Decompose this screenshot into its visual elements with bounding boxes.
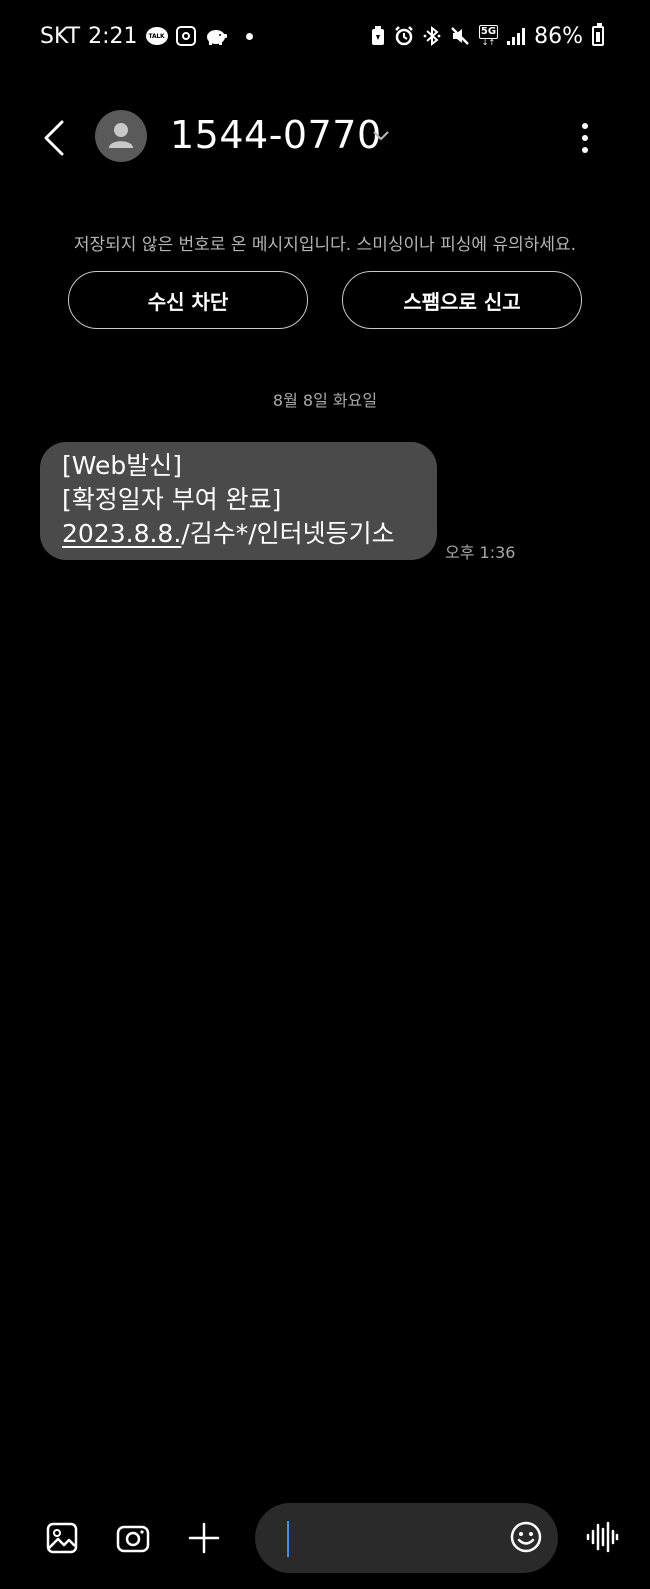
message-bubble[interactable]: [Web발신] [확정일자 부여 완료] 2023.8.8./김수*/인터넷등기… [40,442,437,560]
status-bar-right: 5G ↓↑ 86% [371,22,604,50]
message-timestamp: 오후 1:36 [445,543,516,562]
battery-percent: 86% [534,23,583,49]
carrier-label: SKT [40,23,81,49]
bluetooth-icon [423,26,441,46]
chevron-down-icon[interactable] [372,128,390,142]
kakaotalk-icon: TALK [145,27,168,45]
voice-waveform-icon [586,1521,619,1553]
emoji-button[interactable] [509,1520,543,1554]
report-spam-button[interactable]: 스팸으로 신고 [342,271,582,329]
message-text: /김수*/인터넷등기소 [181,519,395,548]
camera-button[interactable] [115,1520,151,1556]
person-icon [109,123,133,148]
piggy-bank-icon [204,27,228,45]
avatar[interactable] [95,110,147,162]
chevron-left-icon [44,120,64,156]
date-separator: 8월 8일 화요일 [272,391,378,410]
emoji-icon [510,1521,542,1553]
more-options-button[interactable] [580,122,590,154]
camera-icon [116,1525,150,1553]
date-link[interactable]: 2023.8.8. [62,519,181,548]
instagram-icon [175,26,196,46]
gallery-icon [46,1522,78,1554]
message-line: [Web발신] [62,451,183,480]
more-vertical-icon [582,123,588,153]
message-line: 2023.8.8./김수*/인터넷등기소 [62,517,437,551]
gallery-button[interactable] [44,1520,80,1556]
notification-dot-icon [245,32,253,40]
block-number-button[interactable]: 수신 차단 [68,271,308,329]
add-attachment-button[interactable] [186,1520,222,1556]
text-cursor [287,1521,289,1557]
back-button[interactable] [40,118,70,158]
5g-icon: 5G ↓↑ [478,25,499,47]
plus-icon [188,1522,220,1554]
clock: 2:21 [88,23,138,49]
unsaved-number-notice: 저장되지 않은 번호로 온 메시지입니다. 스미싱이나 피싱에 유의하세요. [73,235,577,255]
voice-record-button[interactable] [584,1519,620,1555]
message-line: [확정일자 부여 완료] [62,485,282,514]
status-bar-left: SKT 2:21 TALK [40,22,253,50]
mute-icon [450,26,470,46]
contact-name[interactable]: 1544-0770 [170,112,382,158]
battery-saver-icon [371,26,385,46]
battery-icon [592,23,604,46]
alarm-icon [394,26,414,46]
5g-label: 5G [478,25,499,39]
signal-icon [507,27,526,45]
